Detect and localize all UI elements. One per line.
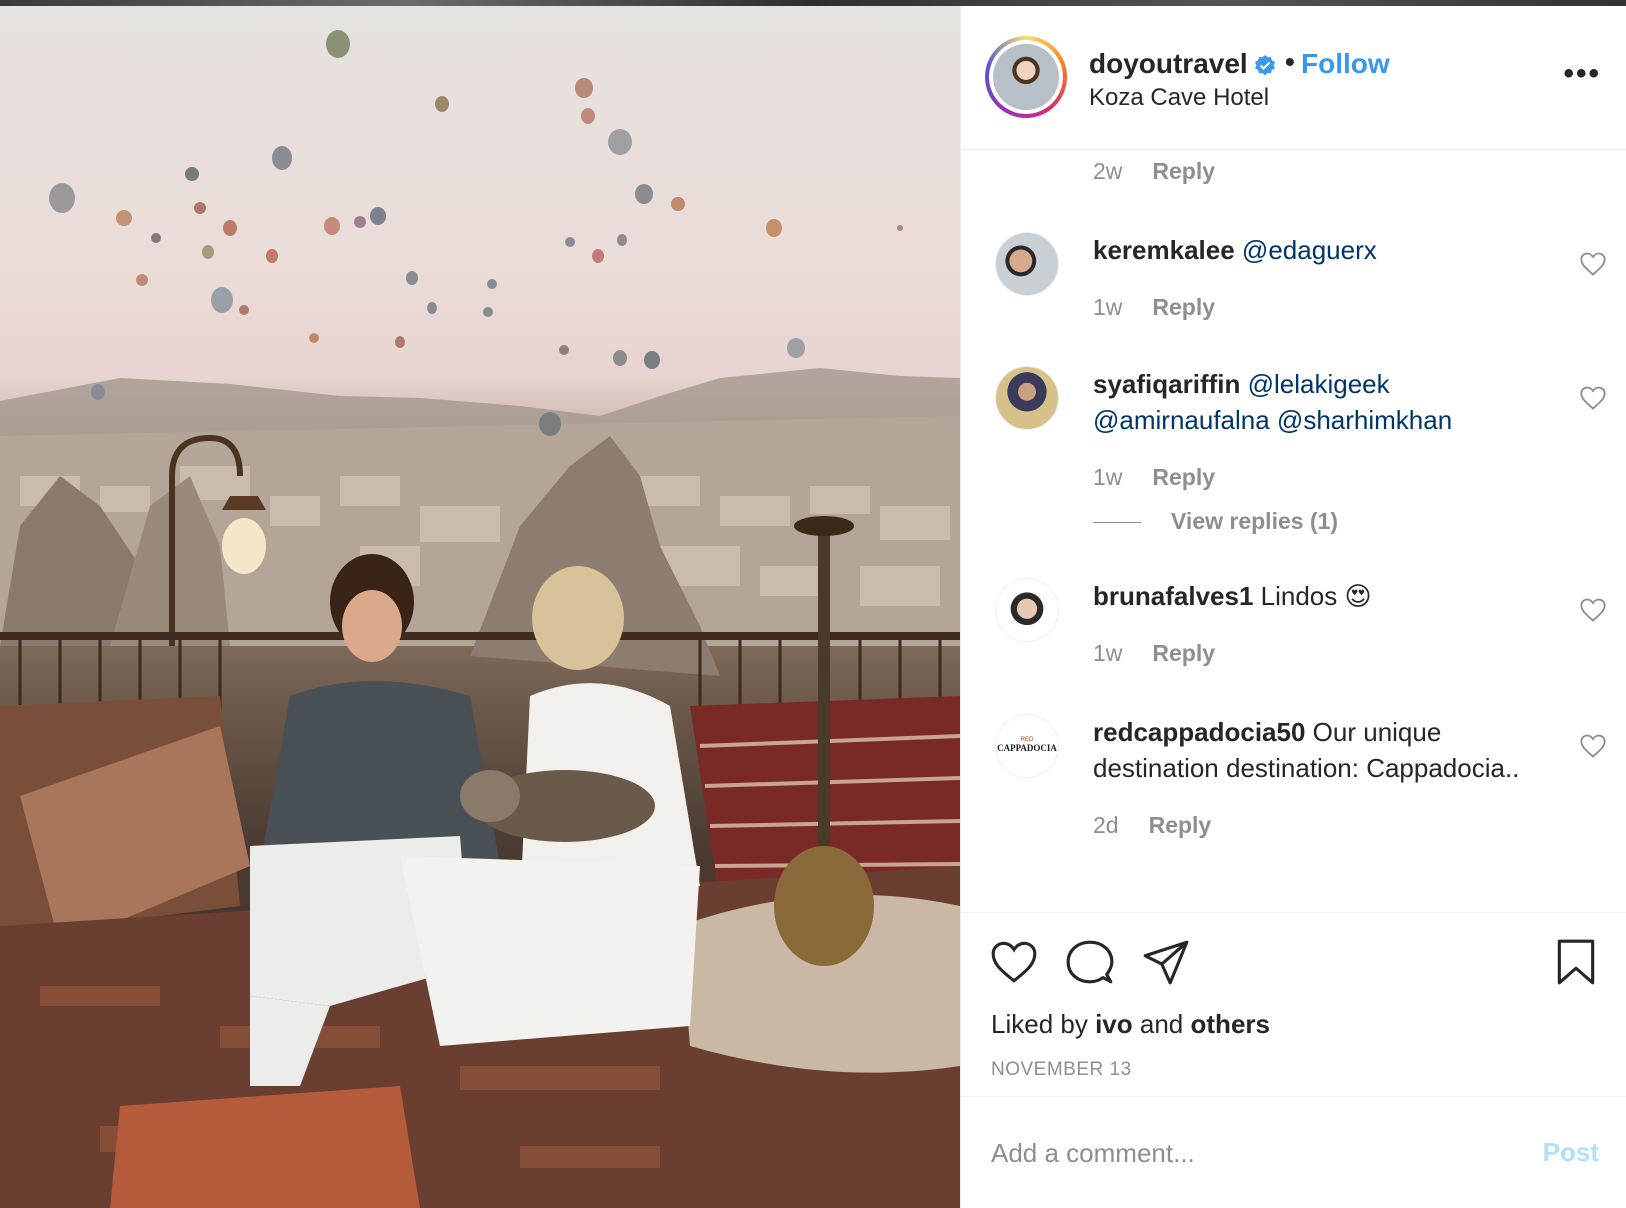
bookmark-icon[interactable] [1551, 937, 1601, 987]
comment-text: brunafalves1 Lindos 😍 [1093, 578, 1523, 614]
comment-time: 1w [1093, 294, 1123, 320]
comment-time: 1w [1093, 640, 1123, 666]
post-date[interactable]: NOVEMBER 13 [991, 1059, 1132, 1081]
comment-meta: 2d Reply [1093, 812, 1211, 839]
liked-by-user[interactable]: ivo [1095, 1009, 1133, 1039]
heart-icon[interactable] [1579, 250, 1607, 278]
verified-badge-icon [1255, 55, 1275, 76]
comment-text: keremkalee @edaguerx [1093, 232, 1523, 268]
comment-text: redcappadocia50 Our unique destination d… [1093, 714, 1553, 786]
commenter-avatar[interactable] [995, 578, 1059, 642]
post-photo[interactable] [0, 6, 960, 1208]
view-replies-label: View replies (1) [1171, 508, 1339, 534]
follow-button[interactable]: Follow [1301, 48, 1390, 80]
liked-by: Liked by ivo and others [991, 1009, 1270, 1040]
comment-mention[interactable]: @lelakigeek [1248, 369, 1390, 399]
reply-button[interactable]: Reply [1152, 640, 1215, 666]
liked-by-others[interactable]: others [1191, 1009, 1270, 1039]
comments-list[interactable]: 2w Reply keremkalee @edaguerx 1w Reply sya… [961, 150, 1626, 912]
commenter-username[interactable]: redcappadocia50 [1093, 717, 1305, 747]
heart-icon[interactable] [1579, 732, 1607, 760]
more-options-icon[interactable]: ••• [1563, 59, 1601, 89]
heart-icon[interactable] [1579, 384, 1607, 412]
header-separator: • [1285, 46, 1295, 77]
view-replies-button[interactable]: View replies (1) [1093, 508, 1338, 535]
comment-input[interactable] [991, 1133, 1491, 1173]
comment-mention[interactable]: @amirnaufalna @sharhimkhan [1093, 405, 1452, 435]
reply-button[interactable]: Reply [1149, 812, 1212, 838]
add-comment-bar: Post [961, 1096, 1626, 1208]
post-location[interactable]: Koza Cave Hotel [1089, 84, 1269, 112]
commenter-avatar[interactable] [995, 366, 1059, 430]
commenter-username[interactable]: brunafalves1 [1093, 581, 1253, 611]
comment-mention[interactable]: @edaguerx [1242, 235, 1377, 265]
comment-meta: 1w Reply [1093, 464, 1215, 491]
comment-body: Lindos [1260, 581, 1338, 611]
liked-by-prefix: Liked by [991, 1009, 1088, 1039]
author-username[interactable]: doyoutravel [1089, 48, 1248, 80]
heart-icon[interactable] [1579, 596, 1607, 624]
comment-text: syafiqariffin @lelakigeek @amirnaufalna … [1093, 366, 1553, 438]
comment-time: 2d [1093, 812, 1119, 838]
post-button[interactable]: Post [1543, 1137, 1599, 1168]
comment-time: 1w [1093, 464, 1123, 490]
comment-icon[interactable] [1065, 937, 1115, 987]
liked-by-and: and [1139, 1009, 1184, 1039]
post-header: doyoutravel • Follow Koza Cave Hotel ••• [961, 6, 1626, 150]
comment-meta: 2w Reply [1093, 158, 1215, 185]
cappadocia-photo-illustration [0, 30, 960, 1208]
view-replies-line [1093, 522, 1141, 524]
commenter-avatar[interactable]: RED CAPPADOCIA [995, 714, 1059, 778]
commenter-username[interactable]: syafiqariffin [1093, 369, 1240, 399]
commenter-avatar[interactable] [995, 232, 1059, 296]
commenter-username[interactable]: keremkalee [1093, 235, 1235, 265]
comment-time: 2w [1093, 158, 1123, 184]
share-icon[interactable] [1141, 937, 1191, 987]
author-avatar[interactable] [985, 36, 1067, 118]
reply-button[interactable]: Reply [1152, 158, 1215, 184]
heart-eyes-emoji: 😍 [1344, 581, 1372, 611]
comment-meta: 1w Reply [1093, 640, 1215, 667]
post-actions: Liked by ivo and others NOVEMBER 13 [961, 912, 1626, 1096]
reply-button[interactable]: Reply [1152, 464, 1215, 490]
comment-meta: 1w Reply [1093, 294, 1215, 321]
post-details-panel: doyoutravel • Follow Koza Cave Hotel •••… [960, 6, 1626, 1208]
reply-button[interactable]: Reply [1152, 294, 1215, 320]
heart-icon[interactable] [989, 937, 1039, 987]
avatar-logo-text: CAPPADOCIA [997, 743, 1057, 753]
